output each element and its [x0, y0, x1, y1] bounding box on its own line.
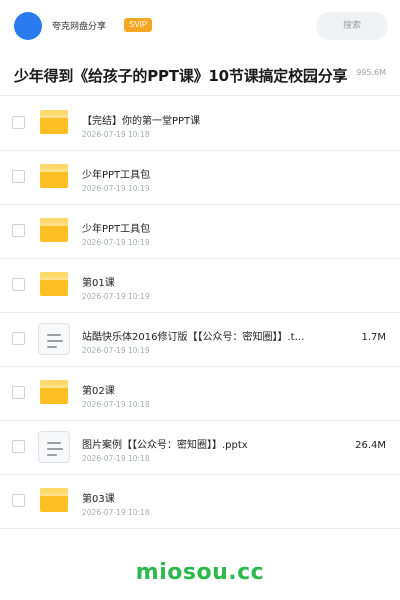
- select-checkbox[interactable]: [12, 494, 25, 507]
- file-date: 2026-07-19 10:19: [82, 238, 150, 247]
- file-date: 2026-07-19 10:18: [82, 454, 150, 463]
- select-checkbox[interactable]: [12, 386, 25, 399]
- file-date: 2026-07-19 10:19: [82, 184, 150, 193]
- watermark: miosou.cc: [135, 560, 265, 585]
- file-list: 【完结】你的第一堂PPT课 2026-07-19 10:18 少年PPT工具包 202…: [0, 97, 400, 529]
- folder-icon: [40, 164, 68, 188]
- header-bar: 夸克网盘分享 SVIP 搜索: [0, 0, 400, 52]
- file-row[interactable]: 【完结】你的第一堂PPT课 2026-07-19 10:18: [0, 97, 400, 151]
- user-name[interactable]: 夸克网盘分享: [52, 19, 106, 32]
- folder-icon: [40, 110, 68, 134]
- file-row[interactable]: 第01课 2026-07-19 10:19: [0, 259, 400, 313]
- avatar[interactable]: [14, 12, 42, 40]
- document-icon: [38, 323, 70, 355]
- document-icon: [38, 431, 70, 463]
- file-name[interactable]: 少年PPT工具包: [82, 166, 150, 181]
- file-row[interactable]: 站酷快乐体2016修订版【【公众号：密知圈】】.t… 2026-07-19 10:…: [0, 313, 400, 367]
- file-date: 2026-07-19 10:18: [82, 130, 150, 139]
- file-name[interactable]: 站酷快乐体2016修订版【【公众号：密知圈】】.t…: [82, 328, 305, 343]
- select-checkbox[interactable]: [12, 116, 25, 129]
- file-row[interactable]: 少年PPT工具包 2026-07-19 10:19: [0, 151, 400, 205]
- file-row[interactable]: 第03课 2026-07-19 10:18: [0, 475, 400, 529]
- folder-icon: [40, 488, 68, 512]
- file-name[interactable]: 第01课: [82, 274, 115, 289]
- page-title: 少年得到《给孩子的PPT课》10节课搞定校园分享: [14, 67, 348, 85]
- file-size: 26.4M: [355, 440, 386, 451]
- file-size: 1.7M: [361, 332, 386, 343]
- select-checkbox[interactable]: [12, 440, 25, 453]
- search-button[interactable]: 搜索: [316, 12, 388, 40]
- file-date: 2026-07-19 10:18: [82, 400, 150, 409]
- select-checkbox[interactable]: [12, 278, 25, 291]
- file-date: 2026-07-19 10:18: [82, 508, 150, 517]
- file-name[interactable]: 第03课: [82, 490, 115, 505]
- svip-badge: SVIP: [124, 18, 153, 32]
- select-checkbox[interactable]: [12, 224, 25, 237]
- select-checkbox[interactable]: [12, 170, 25, 183]
- folder-icon: [40, 380, 68, 404]
- file-row[interactable]: 图片案例【【公众号：密知圈】】.pptx 2026-07-19 10:18 26.4…: [0, 421, 400, 475]
- file-name[interactable]: 图片案例【【公众号：密知圈】】.pptx: [82, 436, 248, 451]
- file-row[interactable]: 少年PPT工具包 2026-07-19 10:19: [0, 205, 400, 259]
- total-size: 995.6M: [346, 68, 386, 77]
- file-name[interactable]: 少年PPT工具包: [82, 220, 150, 235]
- file-date: 2026-07-19 10:19: [82, 346, 150, 355]
- file-date: 2026-07-19 10:19: [82, 292, 150, 301]
- file-name[interactable]: 【完结】你的第一堂PPT课: [82, 112, 200, 127]
- folder-icon: [40, 272, 68, 296]
- title-bar: 少年得到《给孩子的PPT课》10节课搞定校园分享 995.6M: [0, 56, 400, 96]
- file-row[interactable]: 第02课 2026-07-19 10:18: [0, 367, 400, 421]
- file-name[interactable]: 第02课: [82, 382, 115, 397]
- folder-icon: [40, 218, 68, 242]
- select-checkbox[interactable]: [12, 332, 25, 345]
